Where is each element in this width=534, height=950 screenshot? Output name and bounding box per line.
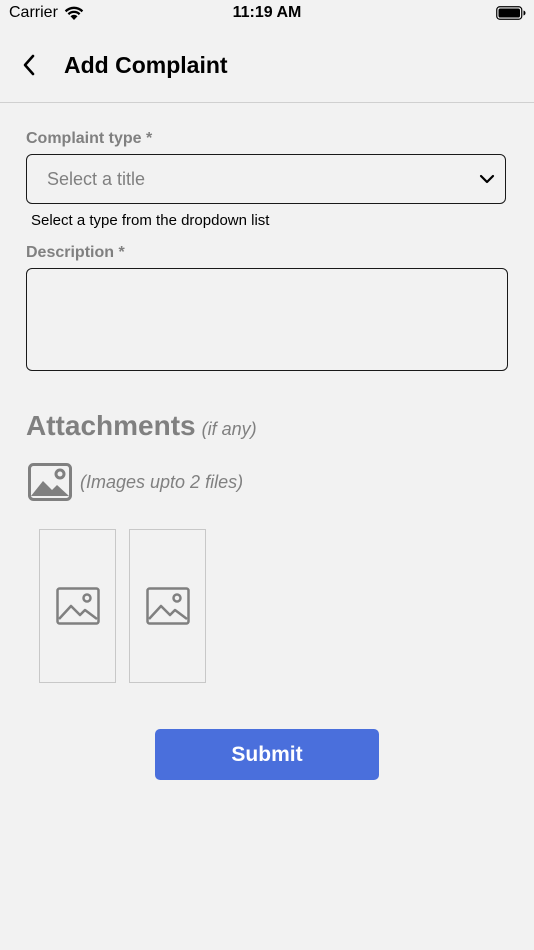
attachment-slot-2[interactable] <box>129 529 206 683</box>
attachments-hint: (Images upto 2 files) <box>80 471 244 492</box>
attachments-heading: Attachments (if any) <box>26 410 257 442</box>
image-placeholder-icon <box>55 587 100 625</box>
page-title: Add Complaint <box>64 52 228 78</box>
back-button[interactable] <box>14 50 44 80</box>
attachment-picker[interactable]: (Images upto 2 files) <box>28 463 243 501</box>
attachment-slot-1[interactable] <box>39 529 116 683</box>
chevron-left-icon <box>23 54 35 76</box>
chevron-down-icon <box>479 174 495 184</box>
complaint-type-helper: Select a type from the dropdown list <box>31 212 270 229</box>
status-bar: Carrier 11:19 AM <box>0 0 534 28</box>
complaint-type-placeholder: Select a title <box>47 169 146 189</box>
attachments-title: Attachments <box>26 410 196 441</box>
submit-button[interactable]: Submit <box>155 729 379 780</box>
attachments-note: (if any) <box>201 419 257 439</box>
battery-icon <box>496 6 526 25</box>
complaint-type-label: Complaint type * <box>26 130 153 147</box>
image-icon <box>28 463 72 501</box>
description-label: Description * <box>26 244 125 261</box>
status-time: 11:19 AM <box>232 4 302 21</box>
nav-bar: Add Complaint <box>0 28 534 103</box>
image-placeholder-icon <box>145 587 190 625</box>
complaint-type-select[interactable]: Select a title <box>26 154 506 204</box>
description-input[interactable] <box>26 268 508 371</box>
